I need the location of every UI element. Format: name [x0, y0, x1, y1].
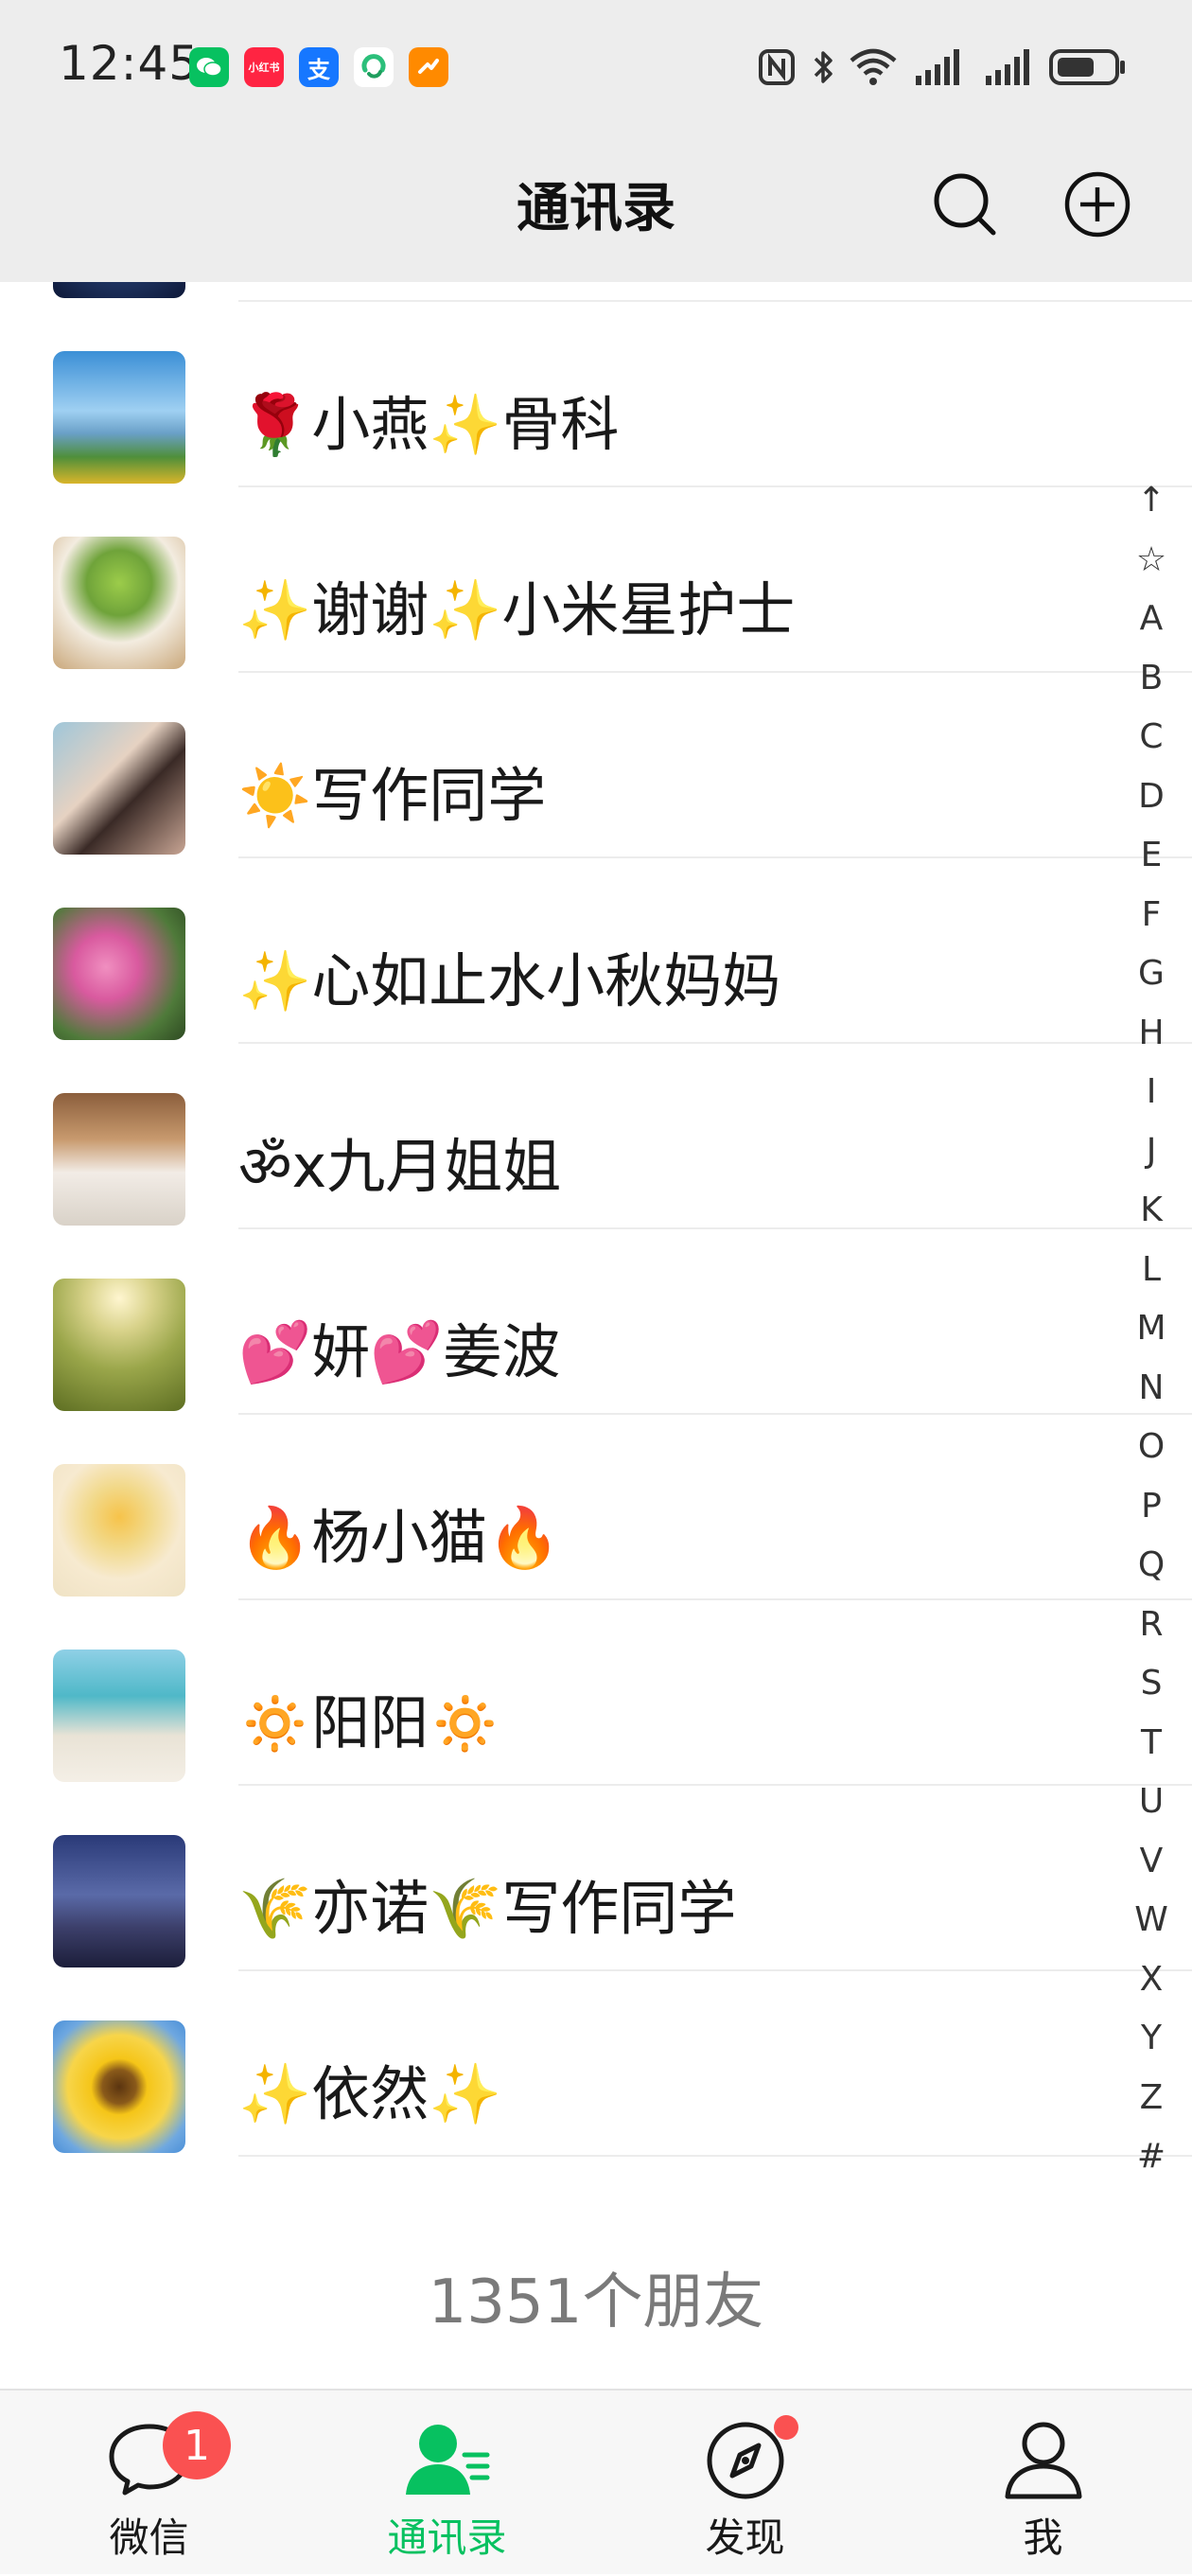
unread-badge: 1 — [163, 2411, 231, 2479]
index-letter[interactable]: M — [1136, 1299, 1166, 1359]
contact-row[interactable]: 💕妍💕姜波 — [0, 1228, 1192, 1415]
contact-name: 🌾亦诺🌾写作同学 — [238, 1874, 737, 1943]
app-notification-icon — [354, 47, 394, 87]
friend-count: 1351个朋友 — [428, 2267, 764, 2338]
index-letter[interactable]: B — [1140, 649, 1164, 709]
header-bar: 通讯录 — [0, 142, 1192, 282]
contact-row[interactable]: ✨心如止水小秋妈妈 — [0, 857, 1192, 1044]
index-letter[interactable]: W — [1134, 1891, 1168, 1950]
nfc-icon — [759, 49, 795, 85]
index-letter[interactable]: G — [1138, 944, 1165, 1004]
contact-avatar — [53, 537, 185, 669]
bluetooth-icon — [814, 51, 833, 83]
contact-avatar — [53, 1835, 185, 1967]
contact-avatar — [53, 1464, 185, 1597]
index-letter[interactable]: S — [1141, 1654, 1163, 1714]
signal-icon-1 — [916, 49, 959, 85]
new-indicator-dot — [774, 2415, 798, 2440]
index-letter[interactable]: L — [1142, 1241, 1161, 1300]
index-letter[interactable]: N — [1139, 1359, 1165, 1419]
tab-chats[interactable]: 1 微信 — [0, 2391, 298, 2576]
index-letter[interactable]: C — [1139, 708, 1163, 768]
contact-avatar — [53, 908, 185, 1040]
tab-label: 我 — [1023, 2514, 1063, 2561]
index-letter[interactable]: H — [1138, 1004, 1164, 1064]
app-notification-icon-orange — [409, 47, 448, 87]
index-letter[interactable]: J — [1147, 1122, 1157, 1182]
xiaohongshu-label: 小红书 — [248, 62, 280, 74]
contacts-icon — [405, 2425, 489, 2495]
contact-list[interactable]: 🌹小燕✨骨科 ✨谢谢✨小米星护士 ☀️写作同学 ✨心如止水小秋妈妈 ॐx九月姐姐… — [0, 282, 1192, 2389]
contact-name: 🔅阳阳🔅 — [238, 1688, 502, 1757]
contact-avatar — [53, 1093, 185, 1226]
contact-name: ✨谢谢✨小米星护士 — [238, 575, 796, 644]
contact-row[interactable]: ॐx九月姐姐 — [0, 1043, 1192, 1229]
index-letter[interactable]: V — [1140, 1832, 1164, 1892]
search-button[interactable] — [931, 170, 999, 238]
page-title: 通讯录 — [517, 177, 675, 239]
contact-row[interactable]: ✨谢谢✨小米星护士 — [0, 486, 1192, 673]
tab-contacts[interactable]: 通讯录 — [298, 2391, 596, 2576]
tab-label: 通讯录 — [387, 2514, 507, 2561]
index-letter[interactable]: Y — [1141, 2009, 1162, 2069]
contact-avatar — [53, 1650, 185, 1782]
index-letter[interactable]: Z — [1140, 2069, 1164, 2128]
tab-label: 微信 — [109, 2514, 189, 2561]
contact-avatar — [53, 282, 185, 298]
wechat-notification-icon — [189, 47, 229, 87]
status-time: 12:45 — [59, 36, 201, 91]
contact-avatar — [53, 2020, 185, 2153]
contact-name: 🔥杨小猫🔥 — [238, 1503, 561, 1572]
index-letter[interactable]: I — [1147, 1063, 1157, 1122]
index-letter[interactable]: # — [1137, 2127, 1166, 2187]
status-bar: 12:45 小红书 支 — [0, 0, 1192, 142]
battery-icon — [1049, 49, 1125, 85]
contact-row[interactable]: 🌾亦诺🌾写作同学 — [0, 1785, 1192, 1971]
index-letter[interactable]: A — [1140, 590, 1164, 649]
contact-name: 🌹小燕✨骨科 — [238, 390, 620, 459]
contact-row[interactable]: 🔥杨小猫🔥 — [0, 1414, 1192, 1600]
contact-name: ✨心如止水小秋妈妈 — [238, 946, 781, 1015]
bottom-tab-bar: 1 微信 通讯录 发现 我 — [0, 2389, 1192, 2574]
index-letter[interactable]: ☆ — [1136, 531, 1166, 591]
index-letter[interactable]: P — [1141, 1477, 1162, 1537]
index-letter[interactable]: F — [1142, 886, 1162, 945]
contact-avatar — [53, 722, 185, 855]
index-letter[interactable]: E — [1141, 826, 1163, 886]
contact-name: 💕妍💕姜波 — [238, 1317, 561, 1386]
alphabet-index-bar[interactable]: ↑ ☆ A B C D E F G H I J K L M N O P Q R S T U V W X Y Z # — [1128, 471, 1175, 2187]
contact-name: ✨依然✨ — [238, 2059, 502, 2128]
index-letter[interactable]: D — [1138, 768, 1165, 827]
alipay-notification-icon: 支 — [299, 47, 339, 87]
contact-name: ☀️写作同学 — [238, 761, 547, 830]
index-letter[interactable]: X — [1140, 1950, 1164, 2010]
index-letter[interactable]: K — [1140, 1181, 1163, 1241]
index-letter[interactable]: O — [1138, 1418, 1165, 1477]
xiaohongshu-notification-icon: 小红书 — [244, 47, 284, 87]
contact-row[interactable]: ☀️写作同学 — [0, 672, 1192, 858]
person-icon — [1005, 2422, 1081, 2499]
contact-avatar — [53, 351, 185, 484]
tab-me[interactable]: 我 — [894, 2391, 1192, 2576]
contact-row[interactable]: 🔅阳阳🔅 — [0, 1599, 1192, 1786]
contact-row[interactable] — [0, 282, 1192, 302]
index-letter[interactable]: U — [1139, 1773, 1164, 1832]
add-button[interactable] — [1063, 170, 1131, 238]
index-letter[interactable]: R — [1139, 1596, 1163, 1655]
row-divider — [238, 2155, 1192, 2157]
index-letter[interactable]: Q — [1138, 1536, 1165, 1596]
contact-row[interactable]: ✨依然✨ — [0, 1970, 1192, 2157]
alipay-label: 支 — [307, 56, 330, 83]
tab-discover[interactable]: 发现 — [596, 2391, 894, 2576]
contact-name: ॐx九月姐姐 — [238, 1131, 562, 1201]
wifi-icon — [850, 48, 897, 85]
contact-row[interactable]: 🌹小燕✨骨科 — [0, 301, 1192, 487]
signal-icon-2 — [986, 49, 1029, 85]
contact-avatar — [53, 1279, 185, 1411]
index-letter[interactable]: T — [1141, 1714, 1162, 1773]
tab-label: 发现 — [705, 2514, 785, 2561]
index-letter[interactable]: ↑ — [1137, 471, 1166, 531]
